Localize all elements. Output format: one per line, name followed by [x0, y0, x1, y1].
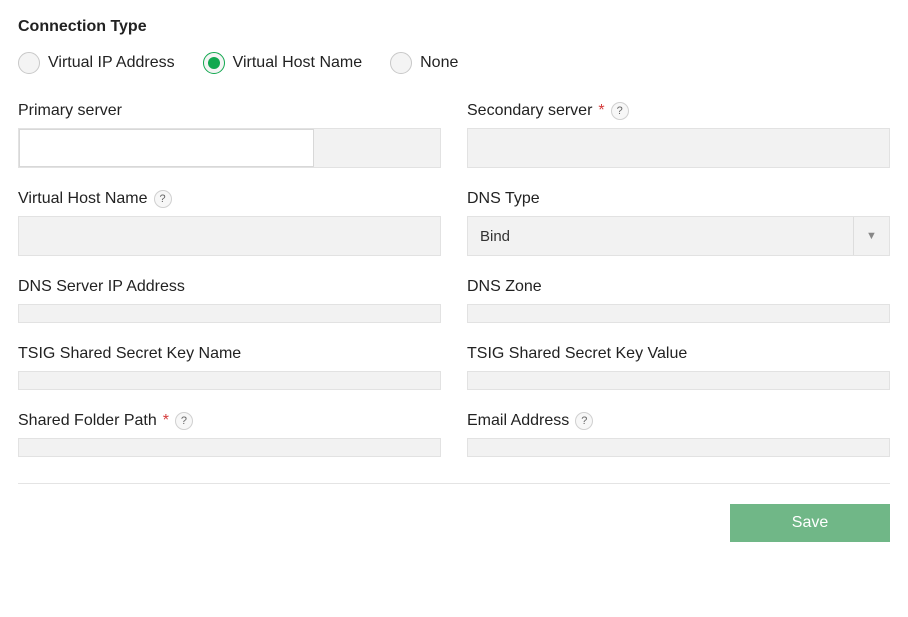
secondary-server-input[interactable]	[467, 128, 890, 168]
field-label: TSIG Shared Secret Key Name	[18, 345, 441, 363]
label-text: Email Address	[467, 412, 569, 430]
label-text: DNS Zone	[467, 278, 542, 296]
field-tsig-key-value: TSIG Shared Secret Key Value	[467, 345, 890, 390]
radio-label: Virtual Host Name	[233, 54, 363, 72]
select-value: Bind	[468, 217, 853, 255]
dns-type-select[interactable]: Bind ▼	[467, 216, 890, 256]
label-text: DNS Server IP Address	[18, 278, 185, 296]
field-label: Shared Folder Path * ?	[18, 412, 441, 430]
radio-none[interactable]: None	[390, 52, 458, 74]
dns-zone-input[interactable]	[467, 304, 890, 323]
primary-server-wrapper	[18, 128, 441, 168]
field-label: Secondary server * ?	[467, 102, 890, 120]
field-label: DNS Type	[467, 190, 890, 208]
form-grid: Primary server Secondary server * ? Virtu…	[18, 102, 890, 457]
help-icon[interactable]: ?	[575, 412, 593, 430]
field-primary-server: Primary server	[18, 102, 441, 168]
label-text: DNS Type	[467, 190, 540, 208]
email-address-input[interactable]	[467, 438, 890, 457]
required-asterisk: *	[163, 412, 169, 430]
field-label: Primary server	[18, 102, 441, 120]
radio-icon	[203, 52, 225, 74]
field-label: Virtual Host Name ?	[18, 190, 441, 208]
label-text: Primary server	[18, 102, 122, 120]
field-secondary-server: Secondary server * ?	[467, 102, 890, 168]
section-title: Connection Type	[18, 18, 890, 36]
radio-icon	[390, 52, 412, 74]
tsig-key-name-input[interactable]	[18, 371, 441, 390]
footer: Save	[18, 504, 890, 542]
dns-server-ip-input[interactable]	[18, 304, 441, 323]
label-text: TSIG Shared Secret Key Value	[467, 345, 687, 363]
required-asterisk: *	[598, 102, 604, 120]
field-dns-zone: DNS Zone	[467, 278, 890, 323]
label-text: Virtual Host Name	[18, 190, 148, 208]
divider	[18, 483, 890, 484]
radio-virtual-host[interactable]: Virtual Host Name	[203, 52, 363, 74]
virtual-host-name-input[interactable]	[18, 216, 441, 256]
field-label: DNS Server IP Address	[18, 278, 441, 296]
field-shared-folder-path: Shared Folder Path * ?	[18, 412, 441, 457]
save-button[interactable]: Save	[730, 504, 890, 542]
primary-server-input[interactable]	[19, 129, 314, 167]
radio-label: Virtual IP Address	[48, 54, 175, 72]
help-icon[interactable]: ?	[154, 190, 172, 208]
field-email-address: Email Address ?	[467, 412, 890, 457]
field-dns-server-ip: DNS Server IP Address	[18, 278, 441, 323]
field-tsig-key-name: TSIG Shared Secret Key Name	[18, 345, 441, 390]
help-icon[interactable]: ?	[611, 102, 629, 120]
field-label: TSIG Shared Secret Key Value	[467, 345, 890, 363]
radio-label: None	[420, 54, 458, 72]
radio-virtual-ip[interactable]: Virtual IP Address	[18, 52, 175, 74]
help-icon[interactable]: ?	[175, 412, 193, 430]
connection-type-radio-group: Virtual IP Address Virtual Host Name Non…	[18, 52, 890, 74]
radio-icon	[18, 52, 40, 74]
label-text: Shared Folder Path	[18, 412, 157, 430]
field-label: Email Address ?	[467, 412, 890, 430]
shared-folder-path-input[interactable]	[18, 438, 441, 457]
field-label: DNS Zone	[467, 278, 890, 296]
tsig-key-value-input[interactable]	[467, 371, 890, 390]
label-text: Secondary server	[467, 102, 592, 120]
field-virtual-host-name: Virtual Host Name ?	[18, 190, 441, 256]
label-text: TSIG Shared Secret Key Name	[18, 345, 241, 363]
field-dns-type: DNS Type Bind ▼	[467, 190, 890, 256]
chevron-down-icon: ▼	[853, 217, 889, 255]
